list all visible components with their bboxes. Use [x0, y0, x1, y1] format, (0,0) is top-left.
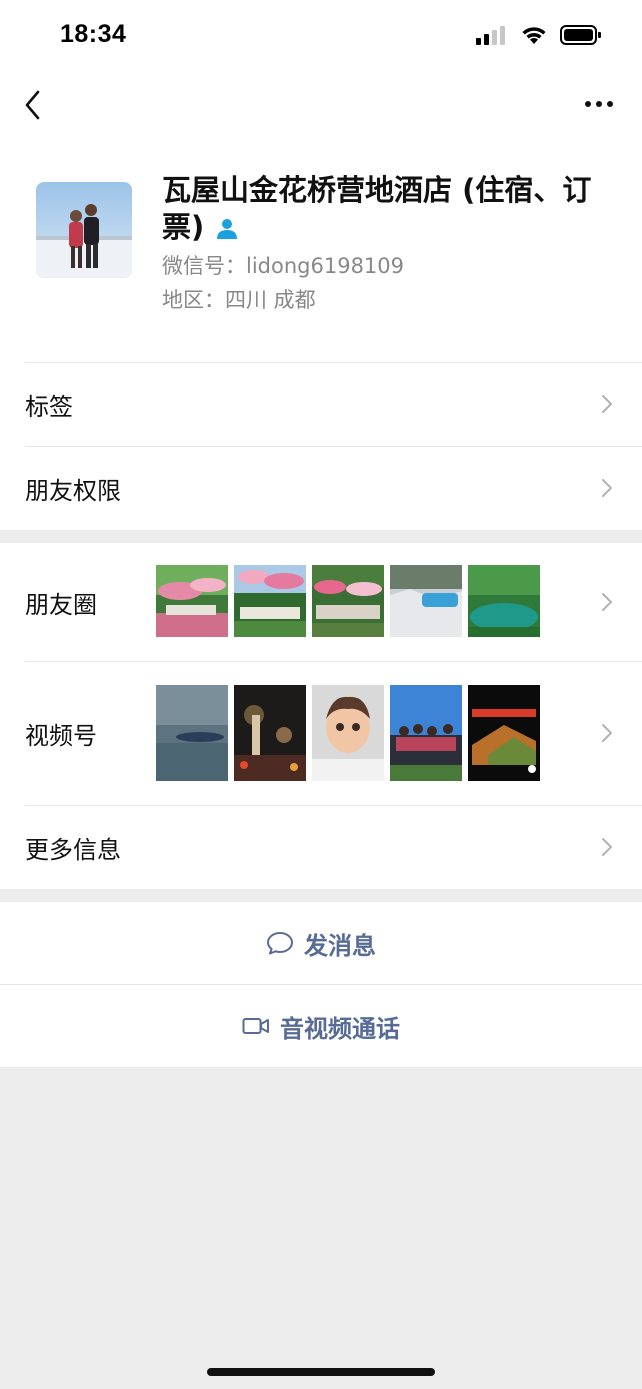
wechat-id: 微信号：lidong6198109	[162, 254, 405, 278]
home-indicator	[207, 1368, 435, 1376]
moments-thumbnails	[156, 565, 540, 637]
channels-row[interactable]: 视频号	[0, 661, 642, 805]
video-camera-icon	[242, 1018, 269, 1034]
channels-label: 视频号	[25, 721, 97, 750]
moments-row[interactable]: 朋友圈	[0, 543, 642, 661]
chevron-right-icon	[602, 838, 612, 856]
chevron-right-icon	[602, 724, 612, 742]
content-group: 朋友圈 视频号 更多信息	[0, 543, 642, 889]
chevron-right-icon	[602, 395, 612, 413]
audio-video-call-label: 音视频通话	[280, 1014, 400, 1043]
status-icons	[476, 24, 602, 46]
status-time: 18:34	[60, 20, 127, 48]
channels-thumbnail[interactable]	[156, 685, 228, 781]
tags-row[interactable]: 标签	[0, 362, 642, 446]
profile-name: 瓦屋山金花桥营地酒店 (住宿、订票)	[162, 172, 602, 246]
profile-header: 瓦屋山金花桥营地酒店 (住宿、订票) 微信号：lidong6198109 地区：…	[0, 140, 642, 362]
region: 地区：四川 成都	[162, 288, 316, 312]
channels-thumbnail[interactable]	[234, 685, 306, 781]
chevron-right-icon	[602, 593, 612, 611]
cellular-signal-icon	[476, 26, 505, 45]
wifi-icon	[522, 27, 546, 44]
moments-thumbnail[interactable]	[234, 565, 306, 637]
send-message-button[interactable]: 发消息	[0, 902, 642, 984]
moments-label: 朋友圈	[25, 590, 97, 619]
nav-bar	[0, 70, 642, 140]
channels-thumbnail[interactable]	[312, 685, 384, 781]
moments-thumbnail[interactable]	[312, 565, 384, 637]
audio-video-call-button[interactable]: 音视频通话	[0, 985, 642, 1067]
battery-icon	[560, 25, 601, 45]
verified-user-icon	[217, 219, 238, 239]
status-bar: 18:34	[0, 0, 642, 70]
channels-thumbnails	[156, 685, 540, 781]
more-info-label: 更多信息	[25, 835, 121, 864]
channels-thumbnail[interactable]	[468, 685, 540, 781]
more-info-row[interactable]: 更多信息	[0, 805, 642, 889]
tags-label: 标签	[25, 392, 73, 421]
moments-thumbnail[interactable]	[390, 565, 462, 637]
friend-permissions-row[interactable]: 朋友权限	[0, 446, 642, 530]
more-options-icon[interactable]	[584, 92, 614, 116]
avatar[interactable]	[36, 182, 132, 278]
chevron-right-icon	[602, 479, 612, 497]
moments-thumbnail[interactable]	[468, 565, 540, 637]
send-message-label: 发消息	[304, 931, 376, 960]
moments-thumbnail[interactable]	[156, 565, 228, 637]
channels-thumbnail[interactable]	[390, 685, 462, 781]
settings-group: 标签 朋友权限	[0, 362, 642, 530]
friend-permissions-label: 朋友权限	[25, 476, 121, 505]
chat-bubble-icon	[267, 932, 293, 955]
back-icon[interactable]	[20, 88, 50, 122]
